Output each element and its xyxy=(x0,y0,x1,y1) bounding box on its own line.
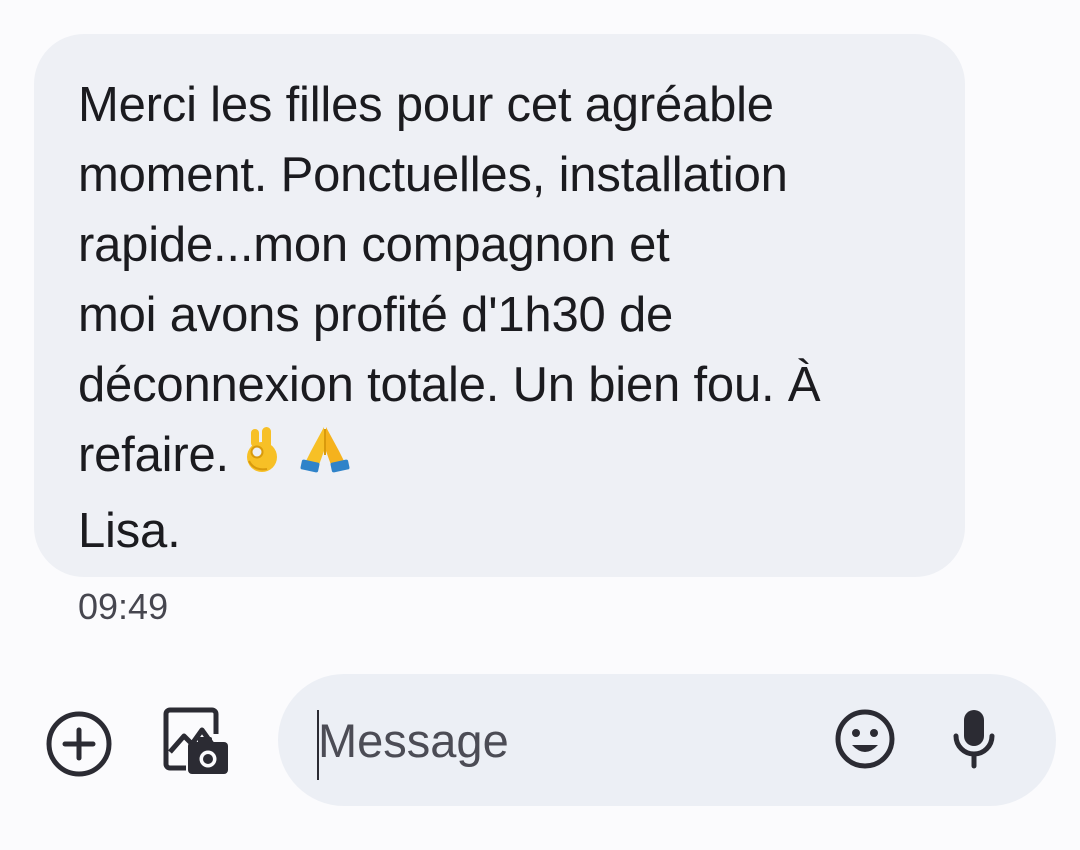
message-timestamp: 09:49 xyxy=(78,586,169,627)
message-line-5: déconnexion totale. Un bien fou. À xyxy=(78,358,821,412)
gallery-camera-icon xyxy=(163,707,228,774)
message-input[interactable] xyxy=(318,674,818,806)
emoji-button[interactable] xyxy=(832,706,898,772)
message-line-4: moi avons profité d'1h30 de xyxy=(78,288,674,342)
ok-hand-emoji xyxy=(229,421,285,496)
add-attachment-button[interactable] xyxy=(43,708,115,780)
voice-input-button[interactable] xyxy=(944,706,1004,772)
folded-hands-emoji xyxy=(295,421,355,496)
microphone-icon xyxy=(953,710,995,769)
message-text: Merci les filles pour cet agréable momen… xyxy=(78,70,925,566)
add-circle-icon xyxy=(46,711,112,777)
composer-bar xyxy=(0,660,1080,850)
message-line-6: refaire. xyxy=(78,427,355,482)
emoji-smiley-icon xyxy=(835,709,895,769)
message-line-1: Merci les filles pour cet agréable xyxy=(78,78,774,132)
message-input-container[interactable] xyxy=(278,674,1056,806)
message-bubble[interactable]: Merci les filles pour cet agréable momen… xyxy=(34,34,965,577)
message-line-3: rapide...mon compagnon et xyxy=(78,218,670,272)
message-line-2: moment. Ponctuelles, installation xyxy=(78,148,788,202)
gallery-button[interactable] xyxy=(158,704,234,780)
message-line-7: Lisa. xyxy=(78,504,181,558)
